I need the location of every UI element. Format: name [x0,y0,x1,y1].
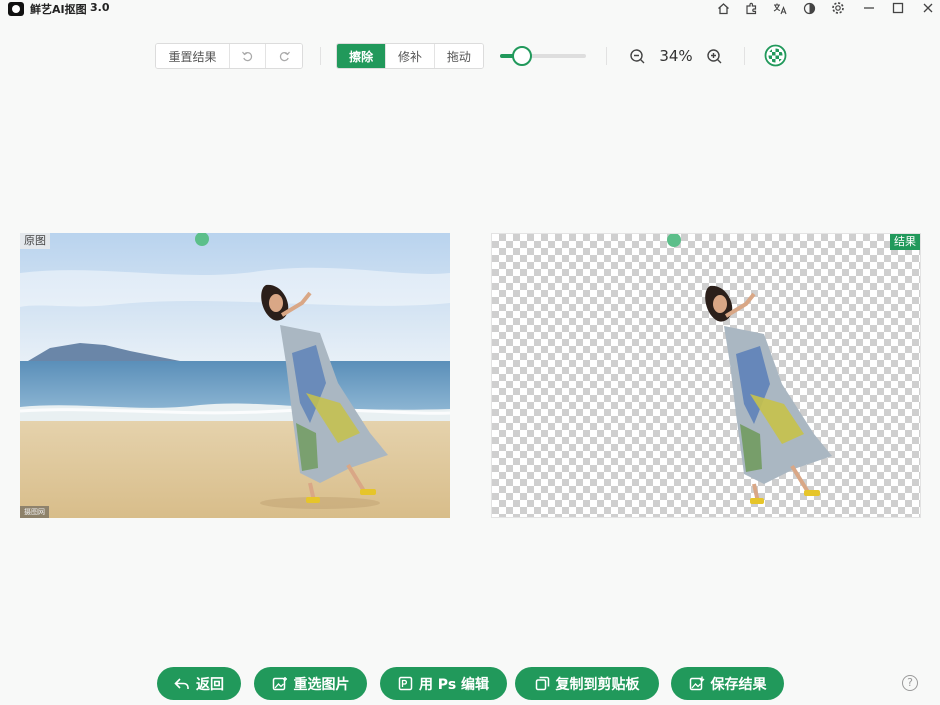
toolbar-divider [744,47,745,65]
mode-erase-button[interactable]: 擦除 [337,44,387,68]
toolbar-divider [606,47,607,65]
copy-clipboard-label: 复制到剪贴板 [555,676,640,693]
copy-clipboard-icon [535,676,550,691]
translate-icon[interactable] [772,0,788,16]
ps-edit-button[interactable]: 用 Ps 编辑 [380,667,507,700]
save-result-label: 保存结果 [710,676,767,693]
result-cutout [705,285,832,504]
mode-switch: 擦除 修补 拖动 [336,43,484,69]
original-image-panel[interactable]: 原图 摄图网 [20,233,450,518]
maximize-icon[interactable] [890,0,906,16]
ps-edit-label: 用 Ps 编辑 [418,676,490,693]
app-version: 3.0 [90,1,110,14]
mode-drag-button[interactable]: 拖动 [434,44,483,68]
reset-result-button[interactable]: 重置结果 [156,44,230,68]
ps-edit-icon [398,676,413,691]
reselect-image-button[interactable]: 重选图片 [254,667,367,700]
save-result-button[interactable]: 保存结果 [671,667,784,700]
result-image-panel[interactable]: 结果 [491,233,921,518]
compare-handle[interactable] [667,234,681,247]
original-photo [20,233,450,518]
zoom-in-icon[interactable] [704,46,724,66]
reselect-image-label: 重选图片 [293,676,350,693]
plugin-icon[interactable] [743,0,759,16]
brush-size-slider[interactable] [500,45,586,67]
title-bar: 鲜艺AI抠图 3.0 [0,0,940,18]
watermark: 摄图网 [20,506,49,518]
redo-icon[interactable] [266,44,302,68]
original-label: 原图 [20,233,50,249]
settings-icon[interactable] [830,0,846,16]
zoom-level: 34% [659,47,693,65]
copy-clipboard-button[interactable]: 复制到剪贴板 [515,667,659,700]
app-title: 鲜艺AI抠图 [30,3,87,16]
mode-repair-button[interactable]: 修补 [386,44,435,68]
return-label: 返回 [196,676,224,693]
slider-thumb[interactable] [511,46,532,66]
background-toggle-icon[interactable] [764,44,787,67]
history-controls: 重置结果 [155,43,303,69]
save-image-icon [689,676,705,691]
home-icon[interactable] [715,0,731,16]
minimize-icon[interactable] [861,0,877,16]
close-icon[interactable] [920,0,936,16]
help-icon[interactable]: ? [902,675,918,691]
app-logo-icon [8,2,24,16]
zoom-out-icon[interactable] [627,46,647,66]
result-label: 结果 [890,234,920,250]
theme-icon[interactable] [801,0,817,16]
reselect-image-icon [272,676,288,691]
return-button[interactable]: 返回 [157,667,241,700]
undo-icon[interactable] [230,44,266,68]
toolbar-divider [320,47,321,65]
return-icon [174,677,190,691]
